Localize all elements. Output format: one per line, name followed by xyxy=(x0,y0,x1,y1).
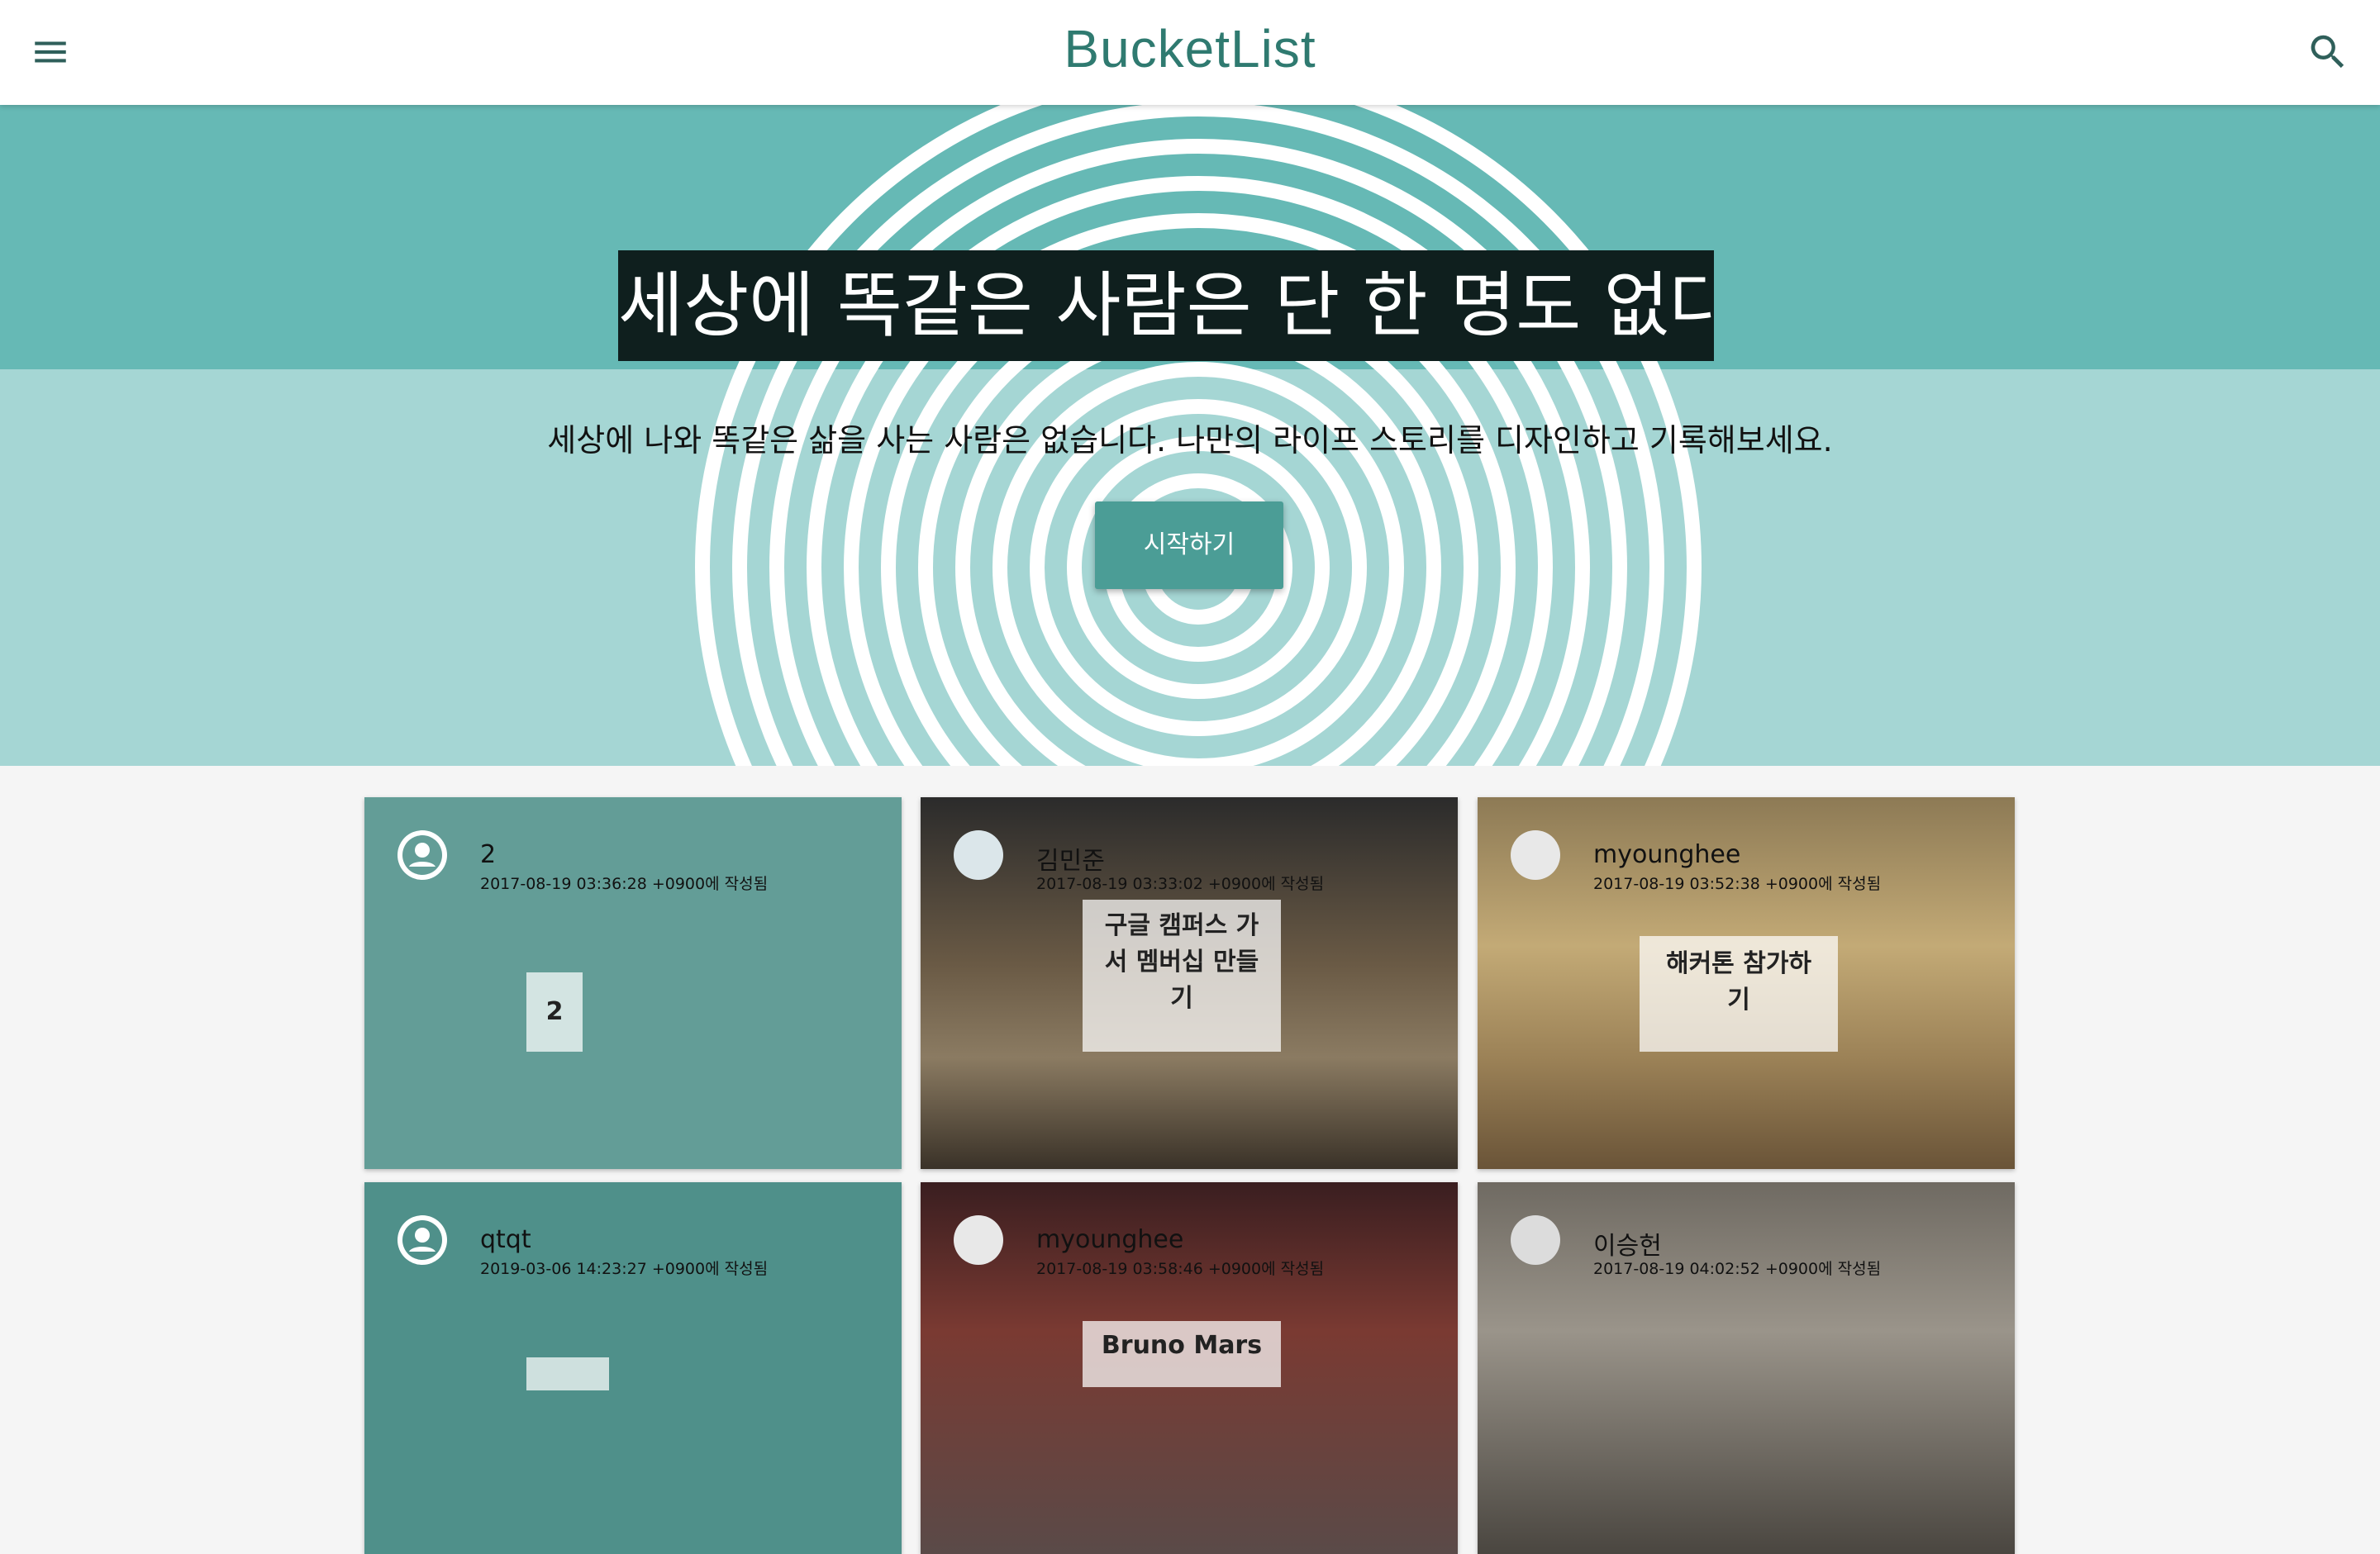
card-author: myounghee xyxy=(1036,1225,1184,1254)
card-title: Bruno Mars xyxy=(1083,1321,1281,1387)
search-icon[interactable] xyxy=(2306,30,2350,74)
app-title[interactable]: BucketList xyxy=(0,18,2380,79)
bucket-card[interactable]: 2 2017-08-19 03:36:28 +0900에 작성됨 2 xyxy=(364,797,902,1169)
card-title xyxy=(526,1357,609,1390)
card-author: qtqt xyxy=(480,1225,531,1254)
bucket-card[interactable]: 이승헌 2017-08-19 04:02:52 +0900에 작성됨 xyxy=(1478,1182,2015,1554)
avatar xyxy=(1511,830,1560,880)
avatar xyxy=(954,1215,1003,1265)
avatar xyxy=(1511,1215,1560,1265)
bucket-card[interactable]: 김민준 2017-08-19 03:33:02 +0900에 작성됨 구글 캠퍼… xyxy=(921,797,1458,1169)
bucket-card[interactable]: qtqt 2019-03-06 14:23:27 +0900에 작성됨 xyxy=(364,1182,902,1554)
start-button[interactable]: 시작하기 xyxy=(1095,501,1283,589)
card-date: 2017-08-19 04:02:52 +0900에 작성됨 xyxy=(1593,1260,1882,1278)
card-date: 2019-03-06 14:23:27 +0900에 작성됨 xyxy=(480,1260,769,1278)
hero-headline: 세상에 똑같은 사람은 단 한 명도 없다. xyxy=(618,250,1714,361)
card-title: 2 xyxy=(526,972,583,1052)
avatar xyxy=(954,830,1003,880)
hero-subline: 세상에 나와 똑같은 삶을 사는 사람은 없습니다. 나만의 라이프 스토리를 … xyxy=(547,422,1833,459)
card-author: myounghee xyxy=(1593,840,1741,869)
bucket-card[interactable]: myounghee 2017-08-19 03:58:46 +0900에 작성됨… xyxy=(921,1182,1458,1554)
bucket-card[interactable]: myounghee 2017-08-19 03:52:38 +0900에 작성됨… xyxy=(1478,797,2015,1169)
card-date: 2017-08-19 03:52:38 +0900에 작성됨 xyxy=(1593,875,1882,893)
card-title: 구글 캠퍼스 가 서 멤버십 만들 기 xyxy=(1083,900,1281,1052)
card-date: 2017-08-19 03:33:02 +0900에 작성됨 xyxy=(1036,875,1325,893)
card-title: 해커톤 참가하 기 xyxy=(1640,936,1838,1052)
hero-section: 세상에 똑같은 사람은 단 한 명도 없다. 세상에 나와 똑같은 삶을 사는 … xyxy=(0,105,2380,766)
card-date: 2017-08-19 03:58:46 +0900에 작성됨 xyxy=(1036,1260,1325,1278)
card-date: 2017-08-19 03:36:28 +0900에 작성됨 xyxy=(480,875,769,893)
avatar-icon xyxy=(397,1215,447,1265)
card-author: 2 xyxy=(480,840,497,869)
top-app-bar: BucketList xyxy=(0,0,2380,105)
avatar-icon xyxy=(397,830,447,880)
